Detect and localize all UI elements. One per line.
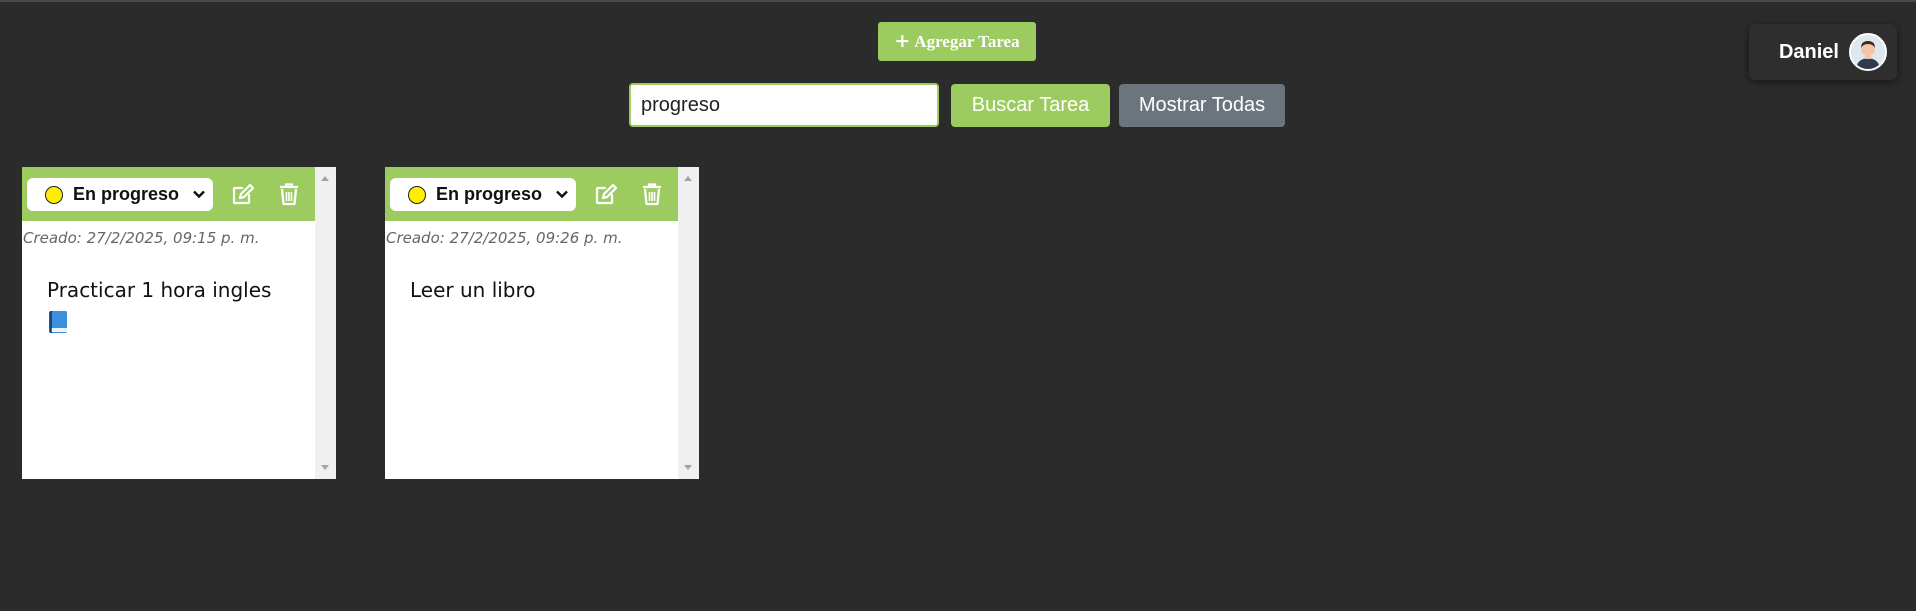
status-select[interactable]: En progreso bbox=[27, 178, 213, 211]
scroll-down-arrow[interactable] bbox=[684, 465, 692, 470]
scroll-up-arrow[interactable] bbox=[321, 176, 329, 181]
user-menu[interactable]: Daniel bbox=[1749, 24, 1897, 80]
task-text: Leer un libro bbox=[410, 275, 650, 305]
blue-book-icon bbox=[49, 310, 67, 333]
task-card: En progreso Creado: 27/2/2025, 09:26 p. … bbox=[385, 167, 699, 479]
user-name: Daniel bbox=[1778, 40, 1839, 63]
status-select[interactable]: En progreso bbox=[390, 178, 576, 211]
scrollbar[interactable] bbox=[315, 167, 336, 479]
task-text-content: Practicar 1 hora ingles bbox=[47, 278, 272, 302]
search-task-button[interactable]: Buscar Tarea bbox=[951, 84, 1110, 127]
trash-icon[interactable] bbox=[638, 180, 666, 208]
trash-icon[interactable] bbox=[275, 180, 303, 208]
edit-icon[interactable] bbox=[592, 180, 620, 208]
status-dot bbox=[408, 185, 426, 204]
top-border bbox=[0, 0, 1916, 2]
task-text-content: Leer un libro bbox=[410, 278, 536, 302]
avatar-image bbox=[1851, 35, 1885, 69]
chevron-down-icon bbox=[556, 190, 568, 199]
avatar[interactable] bbox=[1849, 33, 1887, 71]
scrollbar[interactable] bbox=[678, 167, 699, 479]
add-task-button[interactable]: + Agregar Tarea bbox=[878, 22, 1036, 61]
task-card-header: En progreso bbox=[385, 167, 678, 221]
created-date: Creado: 27/2/2025, 09:26 p. m. bbox=[386, 229, 623, 247]
status-dot bbox=[45, 185, 63, 204]
task-card-header: En progreso bbox=[22, 167, 315, 221]
created-date: Creado: 27/2/2025, 09:15 p. m. bbox=[23, 229, 260, 247]
chevron-down-icon bbox=[193, 190, 205, 199]
search-input[interactable] bbox=[629, 83, 939, 127]
plus-icon: + bbox=[894, 30, 911, 52]
scroll-down-arrow[interactable] bbox=[321, 465, 329, 470]
add-task-label: Agregar Tarea bbox=[914, 31, 1020, 51]
scroll-up-arrow[interactable] bbox=[684, 176, 692, 181]
edit-icon[interactable] bbox=[229, 180, 257, 208]
show-all-button[interactable]: Mostrar Todas bbox=[1119, 84, 1285, 127]
task-card: En progreso Creado: 27/2/2025, 09:15 p. … bbox=[22, 167, 336, 479]
status-label: En progreso bbox=[73, 184, 180, 204]
status-label: En progreso bbox=[436, 184, 543, 204]
task-text: Practicar 1 hora ingles bbox=[47, 275, 287, 335]
